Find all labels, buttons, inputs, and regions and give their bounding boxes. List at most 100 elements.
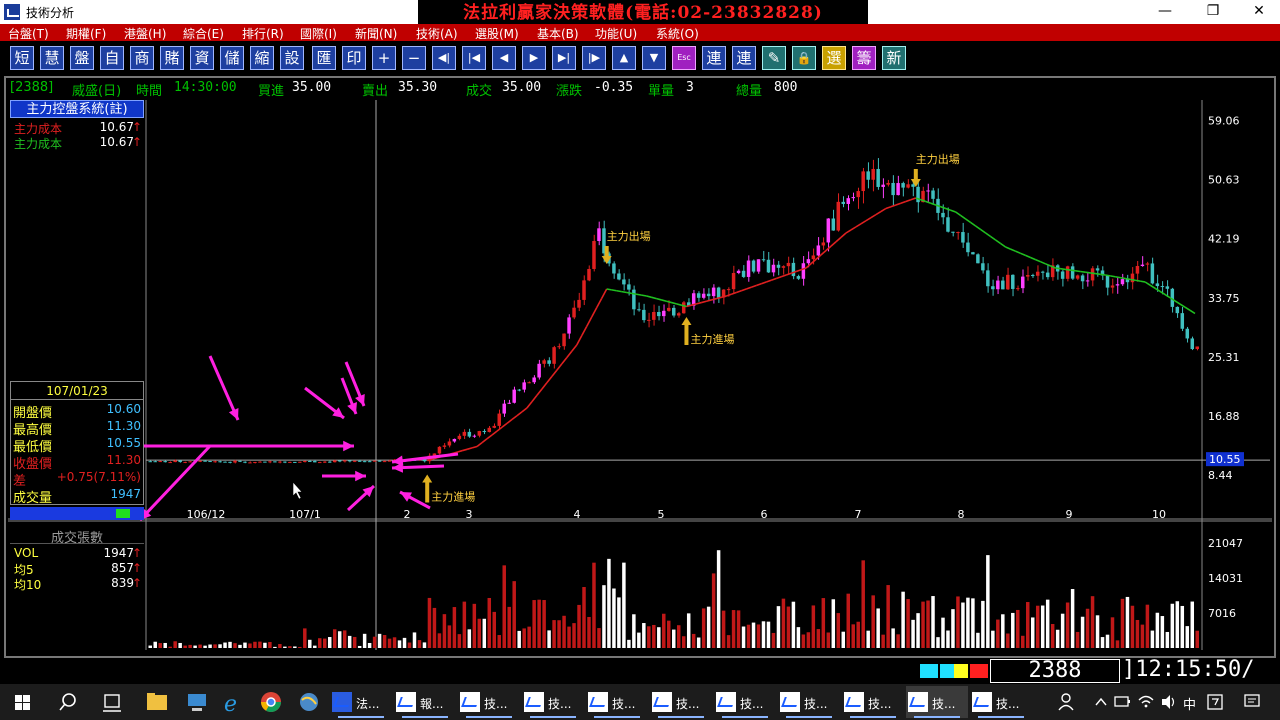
ie-button[interactable]: e — [216, 684, 250, 720]
file-explorer-button[interactable] — [140, 684, 174, 720]
volume-bar — [357, 645, 362, 648]
volume-bar — [871, 595, 875, 648]
volume-bar — [836, 613, 841, 648]
volume-bar — [422, 642, 427, 648]
pinned-app-button[interactable] — [292, 684, 326, 720]
candle-body — [332, 460, 337, 463]
chrome-button[interactable] — [254, 684, 288, 720]
people-icon[interactable] — [1054, 684, 1078, 720]
candle-body — [243, 461, 247, 463]
candle-body — [208, 461, 212, 463]
status-swatch-yellow — [954, 664, 968, 678]
candle-body — [771, 264, 776, 273]
candle-body — [497, 413, 501, 426]
candle-body — [866, 171, 870, 180]
volume-bar — [676, 625, 681, 648]
status-stock-code[interactable]: 2388 — [990, 659, 1120, 683]
candle-body — [676, 313, 681, 316]
candle-body — [1085, 280, 1090, 282]
moving-average-segment — [900, 200, 907, 205]
chevron-up-icon[interactable] — [1092, 684, 1110, 720]
taskbar-app-4[interactable]: 技... — [522, 686, 584, 718]
search-button[interactable] — [48, 684, 88, 720]
moving-average-segment — [1184, 306, 1191, 312]
up-arrow-icon: ↑ — [131, 546, 142, 560]
taskbar-app-7[interactable]: 技... — [714, 686, 776, 718]
taskbar-app-6[interactable]: 技... — [650, 686, 712, 718]
ime-indicator[interactable]: 中 — [1183, 694, 1196, 713]
volume-bar — [801, 634, 806, 648]
chart-app-icon — [844, 692, 864, 712]
volume-bar — [572, 623, 576, 648]
chart-app-icon — [396, 692, 416, 712]
candle-body — [791, 262, 796, 277]
moving-average-segment — [795, 268, 802, 273]
taskbar-app-3[interactable]: 技... — [458, 686, 520, 718]
volume-bar — [457, 634, 462, 648]
candle-body — [971, 252, 975, 255]
battery-icon[interactable] — [1112, 684, 1132, 720]
candle-body — [327, 461, 332, 463]
candle-body — [961, 232, 965, 243]
taskbar-app-8[interactable]: 技... — [778, 686, 840, 718]
taskbar-app-11[interactable]: 技... — [970, 686, 1032, 718]
app-pinned-button[interactable] — [180, 684, 214, 720]
task-view-button[interactable] — [92, 684, 132, 720]
taskbar-app-10-active[interactable]: 技... — [906, 686, 968, 718]
candle-body — [148, 461, 152, 463]
taskbar-app-5[interactable]: 技... — [586, 686, 648, 718]
x-axis-tick-label: 8 — [958, 508, 965, 521]
moving-average-segment — [671, 301, 677, 305]
notification-icon[interactable] — [1240, 684, 1264, 720]
volume-bar — [1135, 619, 1140, 648]
candle-body — [726, 289, 731, 291]
volume-bar — [233, 643, 237, 648]
candle-body — [1001, 280, 1005, 290]
candle-body — [318, 462, 322, 464]
moving-average-segment — [910, 197, 917, 201]
moving-average-segment — [651, 296, 657, 300]
start-button[interactable] — [0, 684, 46, 720]
chart-scrollbar-thumb[interactable] — [116, 509, 130, 518]
candle-body — [1175, 306, 1180, 314]
volume-bar — [1110, 617, 1115, 648]
indicator-header[interactable]: 主力控盤系統(註) — [10, 100, 144, 118]
chart-app-icon — [972, 692, 992, 712]
volume-bar — [577, 604, 581, 648]
candle-body — [746, 260, 751, 277]
volume-bar — [662, 613, 666, 648]
volume-bar — [452, 607, 457, 648]
price-axis-tick-label: 16.88 — [1208, 410, 1240, 423]
moving-average-segment — [661, 299, 667, 303]
taskbar-app-2[interactable]: 報... — [394, 686, 456, 718]
moving-average-segment — [756, 282, 762, 287]
moving-average-segment — [576, 335, 583, 346]
ime-mode-icon[interactable] — [1204, 684, 1226, 720]
volume-bar — [916, 613, 920, 648]
volume-bar — [437, 633, 442, 648]
moving-average-segment — [830, 241, 837, 247]
moving-average-segment — [706, 299, 712, 303]
taskbar-app-1[interactable]: 法... — [330, 686, 392, 718]
moving-average-segment — [586, 316, 593, 327]
volume-bar — [1130, 605, 1135, 648]
vol-label: VOL — [14, 546, 39, 560]
volume-bar — [1016, 609, 1020, 648]
wifi-icon[interactable] — [1136, 684, 1156, 720]
volume-bar — [637, 632, 641, 648]
volume-bar — [587, 616, 591, 648]
moving-average-segment — [1025, 254, 1031, 259]
candle-body — [532, 377, 536, 383]
chart-scrollbar[interactable] — [10, 507, 144, 520]
candle-body — [821, 242, 826, 246]
volume-bar — [976, 632, 980, 648]
taskbar-app-9[interactable]: 技... — [842, 686, 904, 718]
price-axis-tick-label: 25.31 — [1208, 351, 1240, 364]
moving-average-segment — [466, 447, 473, 451]
moving-average-segment — [1045, 263, 1051, 267]
candle-body — [188, 461, 192, 463]
volume-icon[interactable] — [1158, 684, 1178, 720]
volume-bar — [791, 601, 796, 648]
candle-body — [592, 241, 596, 269]
volume-bar — [562, 615, 566, 648]
